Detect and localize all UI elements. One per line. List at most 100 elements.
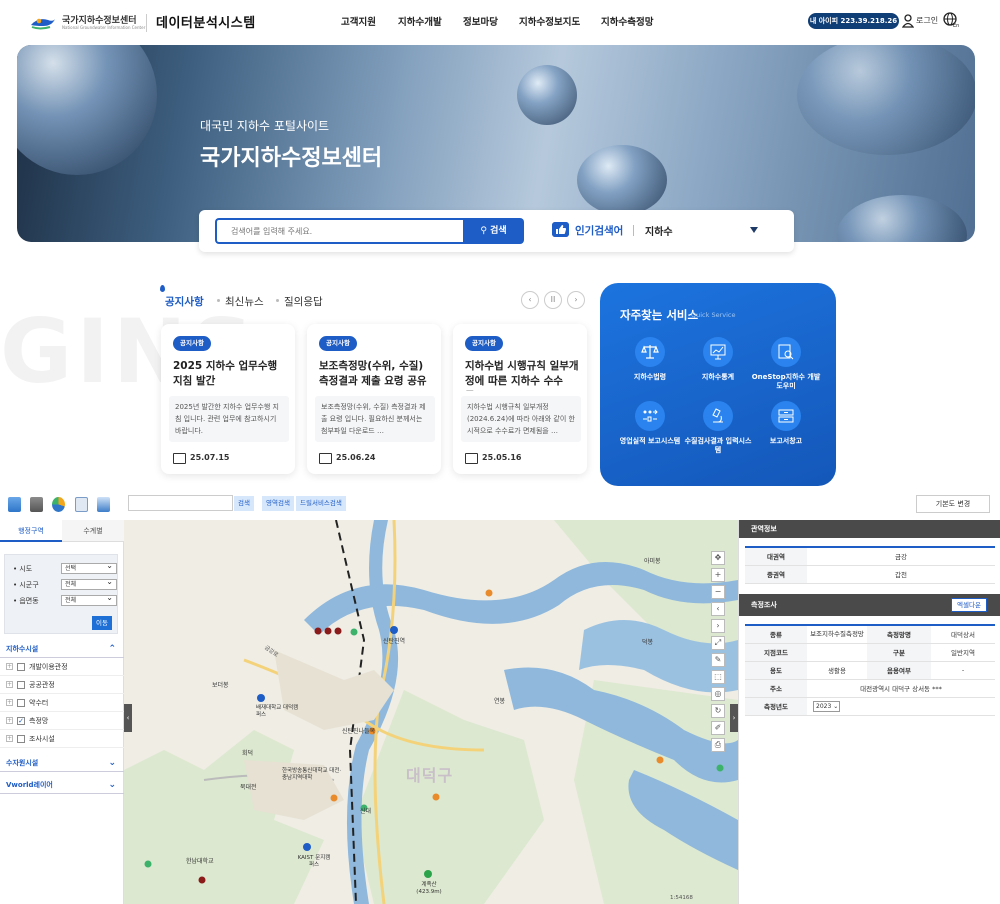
search-input[interactable] bbox=[215, 218, 463, 244]
facility-checkbox[interactable]: ✓ bbox=[17, 717, 25, 725]
water-level-icon[interactable] bbox=[97, 497, 110, 512]
facility-checkbox[interactable] bbox=[17, 735, 25, 743]
tab-latest-news[interactable]: 최신뉴스 bbox=[225, 294, 264, 309]
search-button[interactable]: ⚲ 검색 bbox=[463, 218, 524, 244]
quick-item-water-quality[interactable]: 수질검사결과 입력시스템 bbox=[683, 401, 753, 455]
flow-icon bbox=[635, 401, 665, 431]
table-row: 용도 생활용 음용여부 - bbox=[745, 661, 995, 680]
system-title[interactable]: 데이터분석시스템 bbox=[156, 12, 256, 31]
quick-item-report-archive[interactable]: 보고서창고 bbox=[751, 401, 821, 446]
map-label: 신대 bbox=[360, 808, 372, 815]
facility-row[interactable]: + 공공관정 bbox=[0, 676, 124, 694]
layer-panel: 행정구역 수계별 • 시도 선택 • 시군구 전체 • 읍면동 전체 이동 지하… bbox=[0, 520, 124, 904]
zoom-in-icon[interactable]: + bbox=[711, 568, 725, 582]
nav-item-customer-support[interactable]: 고객지원 bbox=[341, 14, 376, 28]
year-select[interactable]: 2023 ⌄ bbox=[813, 700, 840, 712]
map-label: 아미봉 bbox=[644, 558, 661, 565]
nav-item-monitoring-network[interactable]: 지하수측정망 bbox=[601, 14, 653, 28]
expand-icon[interactable]: + bbox=[6, 699, 13, 706]
search-icon: ⚲ bbox=[480, 226, 491, 236]
expand-icon[interactable]: + bbox=[6, 663, 13, 670]
table-cell-key: 지점코드 bbox=[745, 643, 807, 662]
section-water-resource-facilities[interactable]: 수자원시설 ⌄ bbox=[0, 754, 124, 772]
news-card[interactable]: 공지사항 보조측정망(수위, 수질) 측정결과 제출 요령 공유 보조측정망(수… bbox=[307, 324, 441, 474]
prev-view-icon[interactable]: ‹ bbox=[711, 602, 725, 616]
area-select-icon[interactable]: ⬚ bbox=[711, 670, 725, 684]
expand-icon[interactable]: + bbox=[6, 717, 13, 724]
quick-item-statistics[interactable]: 지하수통계 bbox=[683, 337, 753, 382]
news-card-title[interactable]: 보조측정망(수위, 수질) 측정결과 제출 요령 공유 bbox=[319, 359, 433, 391]
facility-checkbox[interactable] bbox=[17, 699, 25, 707]
move-button[interactable]: 이동 bbox=[92, 616, 112, 630]
excel-download-button[interactable]: 엑셀다운 bbox=[951, 598, 987, 612]
expand-icon[interactable]: + bbox=[6, 735, 13, 742]
zoom-out-icon[interactable]: − bbox=[711, 585, 725, 599]
nav-item-groundwater-dev[interactable]: 지하수개발 bbox=[398, 14, 442, 28]
radius-icon[interactable]: ◎ bbox=[711, 687, 725, 701]
prev-arrow-icon[interactable]: ‹ bbox=[521, 291, 539, 309]
measure-icon[interactable]: ✎ bbox=[711, 653, 725, 667]
document-icon[interactable] bbox=[75, 497, 88, 512]
water-drop-image bbox=[577, 145, 667, 215]
microscope-icon bbox=[703, 401, 733, 431]
table-cell-key: 측정년도 bbox=[745, 697, 807, 716]
caret-down-icon[interactable] bbox=[750, 227, 758, 233]
map-search-input[interactable] bbox=[128, 495, 233, 511]
collapse-left-handle[interactable]: ‹ bbox=[124, 704, 132, 732]
facility-row[interactable]: + 약수터 bbox=[0, 694, 124, 712]
facility-row[interactable]: + 조사시설 bbox=[0, 730, 124, 748]
table-cell-key: 측정망명 bbox=[867, 625, 931, 644]
map-canvas[interactable] bbox=[124, 520, 738, 904]
sigungu-select[interactable]: 전체 bbox=[61, 577, 117, 590]
quick-item-sales-report[interactable]: 영업실적 보고시스템 bbox=[615, 401, 685, 446]
facility-checkbox[interactable] bbox=[17, 663, 25, 671]
quick-item-law[interactable]: 지하수법령 bbox=[615, 337, 685, 382]
news-card[interactable]: 공지사항 지하수법 시행규칙 일부개정에 따른 지하수 수수료… 지하수법 시행… bbox=[453, 324, 587, 474]
login-link[interactable]: 로그인 bbox=[916, 15, 938, 26]
quick-item-onestop[interactable]: OneStop지하수 개발도우미 bbox=[751, 337, 821, 391]
collapse-right-handle[interactable]: › bbox=[730, 704, 738, 732]
print-icon[interactable]: ⎙ bbox=[711, 738, 725, 752]
basemap-change-button[interactable]: 기본도 변경 bbox=[916, 495, 990, 513]
popular-keyword[interactable]: 지하수 bbox=[645, 223, 673, 238]
area-search-button[interactable]: 영역검색 bbox=[262, 496, 294, 511]
pie-chart-icon[interactable] bbox=[52, 497, 65, 512]
eupmyeondong-select[interactable]: 전체 bbox=[61, 593, 117, 606]
sido-select[interactable]: 선택 bbox=[61, 561, 117, 574]
expand-icon[interactable]: + bbox=[6, 681, 13, 688]
map-view[interactable]: 신탄진역 보더봉 배재대학교 대덕캠퍼스 회덕 한국방송통신대학교 대전·충남지… bbox=[124, 520, 738, 904]
user-icon[interactable] bbox=[902, 14, 914, 28]
news-card[interactable]: 공지사항 2025 지하수 업무수행 지침 발간 2025년 발간한 지하수 업… bbox=[161, 324, 295, 474]
news-card-title[interactable]: 지하수법 시행규칙 일부개정에 따른 지하수 수수료… bbox=[465, 359, 579, 391]
next-arrow-icon[interactable]: › bbox=[567, 291, 585, 309]
nav-item-info[interactable]: 정보마당 bbox=[463, 14, 498, 28]
section-groundwater-facilities[interactable]: 지하수시설 ⌃ bbox=[0, 640, 124, 658]
facility-checkbox[interactable] bbox=[17, 681, 25, 689]
facility-row[interactable]: + ✓ 측정망 bbox=[0, 712, 124, 730]
section-vworld-layer[interactable]: Vworld레이어 ⌄ bbox=[0, 776, 124, 794]
nav-item-groundwater-map[interactable]: 지하수정보지도 bbox=[519, 14, 580, 28]
org-subtitle: National Groundwater Information Center bbox=[62, 25, 146, 30]
map-search-button[interactable]: 검색 bbox=[234, 496, 254, 511]
fullscreen-icon[interactable]: ⤢ bbox=[711, 636, 725, 650]
refresh-icon[interactable]: ↻ bbox=[711, 704, 725, 718]
edit-icon[interactable]: ✐ bbox=[711, 721, 725, 735]
tab-watershed[interactable]: 수계별 bbox=[62, 520, 124, 542]
pause-icon[interactable]: II bbox=[544, 291, 562, 309]
globe-icon[interactable]: En bbox=[943, 12, 959, 28]
map-label: 북대전 bbox=[240, 784, 257, 791]
survey-table: 종류 보조지하수질측정망 측정망명 대덕상서 지점코드 구분 일반지역 용도 생… bbox=[745, 624, 995, 716]
tab-admin-district[interactable]: 행정구역 bbox=[0, 520, 62, 542]
facility-row[interactable]: + 개발이용관정 bbox=[0, 658, 124, 676]
next-view-icon[interactable]: › bbox=[711, 619, 725, 633]
pan-icon[interactable]: ✥ bbox=[711, 551, 725, 565]
table-cell-key: 음용여부 bbox=[867, 661, 931, 680]
logo-icon[interactable] bbox=[30, 15, 56, 31]
tool-icon[interactable] bbox=[30, 497, 43, 512]
tab-notices[interactable]: 공지사항 bbox=[165, 294, 204, 309]
tab-qna[interactable]: 질의응답 bbox=[284, 294, 323, 309]
area-info-table: 대권역 금강 중권역 갑천 bbox=[745, 546, 995, 584]
well-icon[interactable] bbox=[8, 497, 21, 512]
news-card-title[interactable]: 2025 지하수 업무수행 지침 발간 bbox=[173, 359, 287, 391]
drill-service-search-button[interactable]: 드릴서비스검색 bbox=[296, 496, 346, 511]
